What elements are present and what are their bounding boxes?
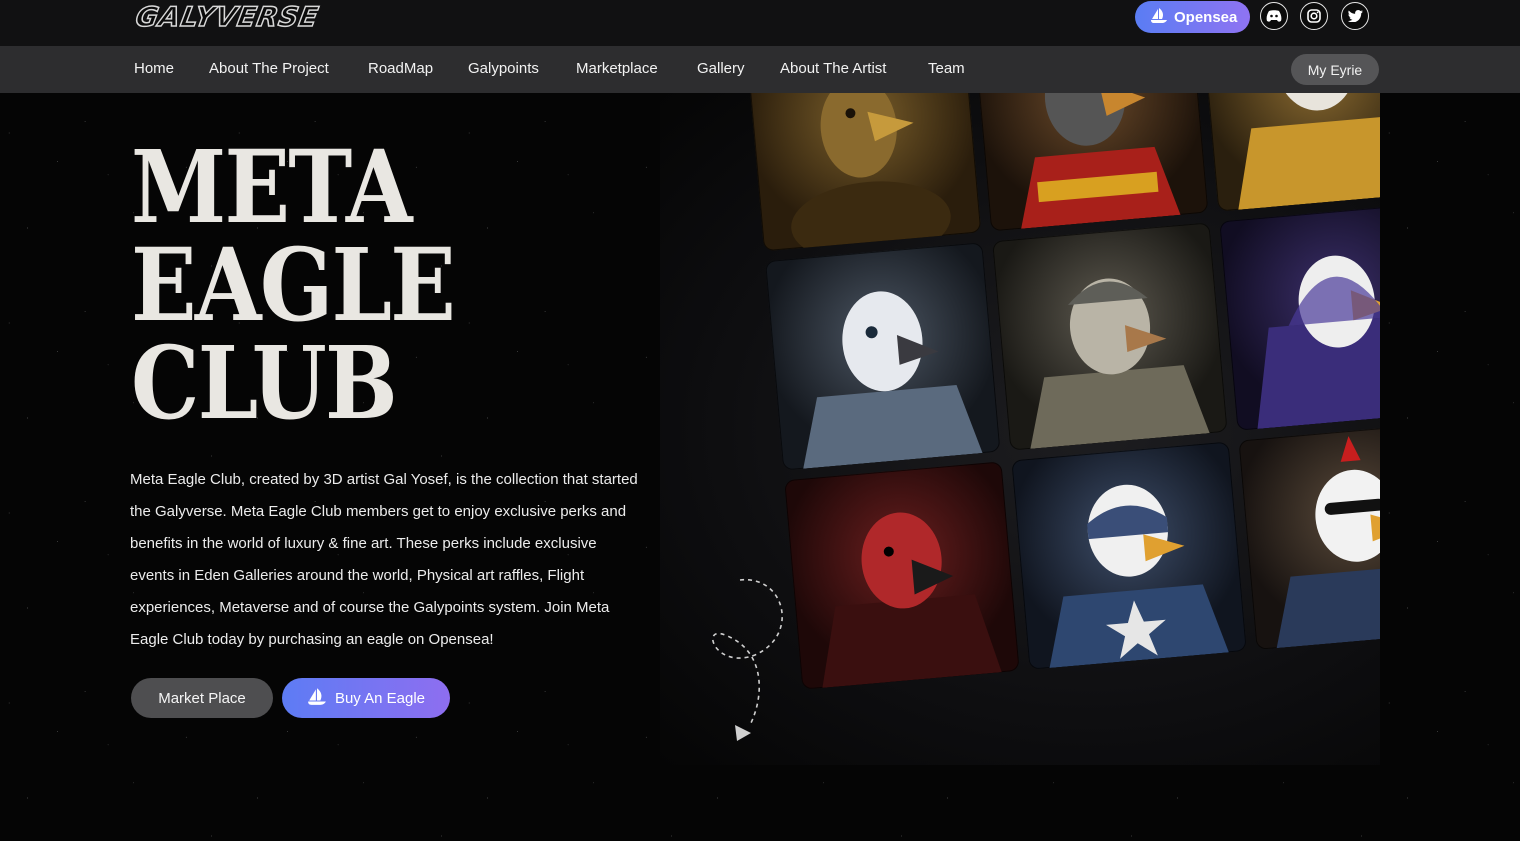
dashed-arrow-icon [712,579,783,741]
galyverse-logo[interactable]: GALYVERSE [133,1,323,34]
eagle-artwork-gold-jacket [1200,93,1380,212]
nav-item-team[interactable]: Team [928,60,965,77]
eagle-artwork-jersey [972,93,1209,232]
my-eyrie-button[interactable]: My Eyrie [1291,54,1379,85]
opensea-icon [1150,7,1168,27]
hero-description: Meta Eagle Club, created by 3D artist Ga… [130,471,638,648]
opensea-label: Opensea [1174,8,1238,26]
eagle-artwork-red-hood [784,461,1020,690]
eagle-gallery [735,93,1380,733]
nav-item-roadmap[interactable]: RoadMap [368,60,433,77]
discord-icon[interactable] [1260,2,1288,30]
opensea-icon [307,687,327,709]
hero-title-line-1: META [131,128,413,246]
nav-item-galypoints[interactable]: Galypoints [468,60,539,77]
eagle-artwork-robot-armor [765,242,1001,471]
top-bar: GALYVERSE Opensea [0,0,1520,46]
buy-an-eagle-label: Buy An Eagle [334,689,426,707]
market-place-button[interactable]: Market Place [131,678,273,718]
hero-title-line-2: EAGLE [131,226,456,344]
eagle-artwork-wizard [1219,202,1380,431]
main-nav: Home About The Project RoadMap Galypoint… [0,46,1520,93]
hero-title: META EAGLE CLUB [131,128,492,442]
hero-title-line-3: CLUB [131,324,398,442]
twitter-icon[interactable] [1341,2,1369,30]
eagle-artwork-pharaoh [745,93,982,252]
opensea-button[interactable]: Opensea [1135,1,1250,33]
nav-item-home[interactable]: Home [134,60,174,77]
eagle-artwork-sunglasses [1238,421,1380,650]
eagle-artwork-captain [1011,441,1247,670]
eagle-artwork-soldier [992,222,1228,451]
buy-an-eagle-button[interactable]: Buy An Eagle [282,678,450,718]
instagram-icon[interactable] [1300,2,1328,30]
nav-item-about-project[interactable]: About The Project [209,60,329,77]
nav-item-gallery[interactable]: Gallery [697,60,745,77]
nav-item-about-artist[interactable]: About The Artist [780,60,886,77]
nav-item-marketplace[interactable]: Marketplace [576,60,658,77]
